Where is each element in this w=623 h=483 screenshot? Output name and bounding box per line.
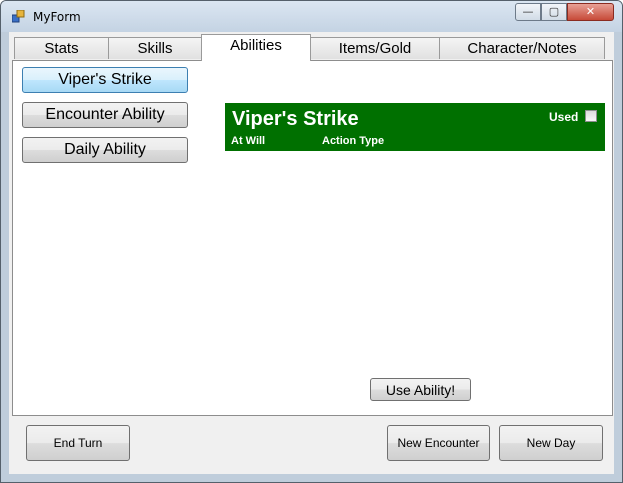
main-window: MyForm — ▢ ✕ Stats Skills Abilities Item… [0, 0, 623, 483]
use-ability-button[interactable]: Use Ability! [370, 378, 471, 401]
used-label: Used [549, 110, 579, 124]
used-checkbox[interactable] [585, 110, 597, 122]
maximize-button[interactable]: ▢ [541, 3, 567, 21]
ability-name: Viper's Strike [232, 108, 359, 130]
ability-detail-panel: Viper's Strike Used At Will Action Type [225, 103, 605, 151]
new-day-button[interactable]: New Day [499, 425, 603, 461]
minimize-button[interactable]: — [515, 3, 541, 21]
title-bar[interactable]: MyForm — ▢ ✕ [1, 1, 622, 32]
tab-abilities[interactable]: Abilities [201, 34, 311, 61]
close-icon: ✕ [585, 5, 596, 18]
tab-skills[interactable]: Skills [108, 37, 202, 59]
ability-button-daily[interactable]: Daily Ability [22, 137, 188, 163]
form-icon [12, 10, 25, 23]
close-button[interactable]: ✕ [567, 3, 614, 21]
abilities-tab-page: Viper's Strike Encounter Ability Daily A… [12, 60, 613, 416]
ability-button-vipers-strike[interactable]: Viper's Strike [22, 67, 188, 93]
tab-stats[interactable]: Stats [14, 37, 109, 59]
ability-action-type: Action Type [322, 135, 385, 147]
minimize-icon: — [522, 5, 534, 18]
end-turn-button[interactable]: End Turn [26, 425, 130, 461]
form-client-area: Stats Skills Abilities Items/Gold Charac… [9, 32, 614, 474]
ability-frequency: At Will [231, 135, 266, 147]
tab-character-notes[interactable]: Character/Notes [439, 37, 605, 59]
tab-items-gold[interactable]: Items/Gold [310, 37, 440, 59]
ability-button-encounter[interactable]: Encounter Ability [22, 102, 188, 128]
maximize-icon: ▢ [548, 5, 560, 18]
window-title: MyForm [33, 10, 81, 24]
new-encounter-button[interactable]: New Encounter [387, 425, 490, 461]
